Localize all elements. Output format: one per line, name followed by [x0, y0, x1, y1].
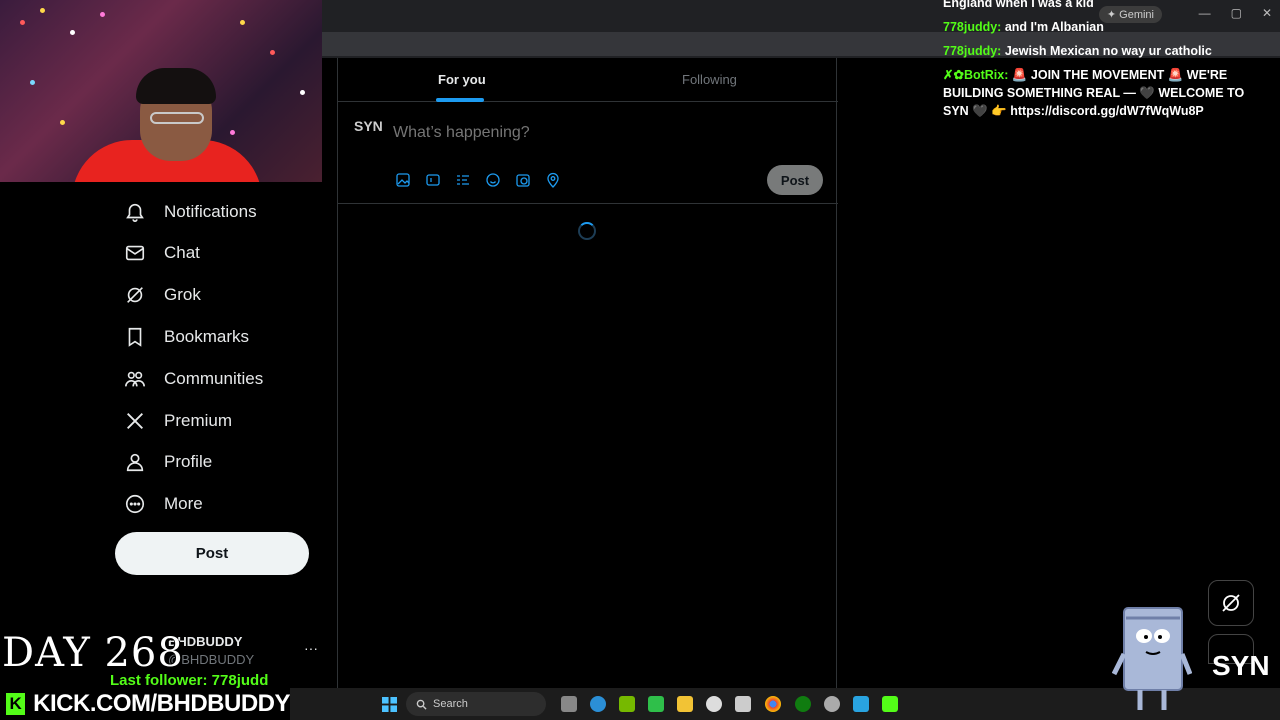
sidebar-item-chat[interactable]: Chat: [124, 233, 200, 273]
sidebar-item-more[interactable]: More: [124, 484, 203, 524]
sidebar-item-label: Chat: [164, 243, 200, 262]
chat-text: England when I was a kid: [943, 0, 1094, 10]
tab-following[interactable]: Following: [682, 72, 737, 87]
tab-for-you[interactable]: For you: [438, 72, 486, 87]
grok-floating-button[interactable]: [1208, 580, 1254, 626]
location-icon[interactable]: [545, 172, 561, 188]
chat-username: 778juddy:: [943, 20, 1002, 34]
edge-icon[interactable]: [590, 696, 606, 712]
account-more-icon[interactable]: ···: [304, 640, 318, 656]
kick-app-icon[interactable]: [882, 696, 898, 712]
nvidia-icon[interactable]: [619, 696, 635, 712]
xbox-icon[interactable]: [795, 696, 811, 712]
last-follower: Last follower: 778judd: [110, 672, 269, 689]
compose-post-button[interactable]: Post: [767, 165, 823, 195]
compose-input[interactable]: [393, 124, 753, 142]
streamer-hair: [136, 68, 216, 104]
sidebar-item-profile[interactable]: Profile: [124, 442, 212, 482]
sidebar-nav: Notifications Chat Grok Bookmarks Commun…: [0, 182, 337, 692]
stream-chat-overlay: England when I was a kid 778juddy: and I…: [943, 0, 1273, 126]
kick-banner: K KICK.COM/BHDBUDDY: [0, 688, 290, 720]
sidebar-item-label: Premium: [164, 411, 233, 430]
x-logo-icon: [127, 413, 143, 429]
schedule-icon[interactable]: [515, 172, 531, 188]
sidebar-item-premium[interactable]: Premium: [124, 401, 232, 441]
loading-spinner: [578, 222, 596, 240]
file-explorer-icon[interactable]: [677, 696, 693, 712]
kick-url: KICK.COM/BHDBUDDY: [33, 690, 290, 717]
taskbar-search-label: Search: [433, 698, 468, 710]
sidebar-item-label: Notifications: [164, 202, 257, 221]
main-timeline: For you Following SYN Post: [337, 58, 838, 688]
chat-username: ✗✿BotRix:: [943, 68, 1009, 82]
taskbar-search[interactable]: Search: [406, 692, 546, 716]
towelie-mascot: [1112, 607, 1192, 710]
post-button[interactable]: Post: [115, 532, 309, 575]
sidebar-item-grok[interactable]: Grok: [124, 275, 201, 315]
sidebar-item-label: Communities: [164, 369, 264, 388]
timeline-tabs: For you Following: [338, 58, 838, 102]
sidebar-item-label: Profile: [164, 452, 213, 471]
image-icon[interactable]: [395, 172, 411, 188]
sidebar-item-label: Grok: [164, 285, 201, 304]
emoji-icon[interactable]: [485, 172, 501, 188]
sidebar-item-label: More: [164, 494, 203, 513]
post-composer: SYN Post: [338, 102, 838, 204]
search-icon: [416, 699, 427, 710]
app-icon[interactable]: [824, 696, 840, 712]
avatar[interactable]: SYN: [354, 118, 384, 148]
chat-username: 778juddy:: [943, 44, 1002, 58]
bookmark-icon: [128, 327, 142, 347]
app-icon[interactable]: [648, 696, 664, 712]
app-icon[interactable]: [853, 696, 869, 712]
steam-icon[interactable]: [706, 696, 722, 712]
more-circle-icon: [125, 494, 145, 514]
poll-icon[interactable]: [455, 172, 471, 188]
person-icon: [126, 453, 144, 472]
webcam-overlay: [0, 0, 322, 182]
people-icon: [125, 371, 145, 387]
bell-icon: [126, 203, 144, 222]
chat-text: and I'm Albanian: [1004, 20, 1104, 34]
task-view-icon[interactable]: [561, 696, 577, 712]
sidebar-item-notifications[interactable]: Notifications: [124, 192, 257, 232]
chrome-icon[interactable]: [765, 696, 781, 712]
sidebar-item-bookmarks[interactable]: Bookmarks: [124, 317, 249, 357]
day-counter: DAY 268: [2, 630, 184, 676]
chat-message: 778juddy: and I'm Albanian: [943, 18, 1273, 36]
kick-logo-icon: K: [6, 693, 26, 715]
chat-message: ✗✿BotRix: 🚨 JOIN THE MOVEMENT 🚨 WE'RE BU…: [943, 66, 1273, 120]
grok-icon: [127, 287, 143, 303]
store-icon[interactable]: [735, 696, 751, 712]
chat-text: Jewish Mexican no way ur catholic: [1004, 44, 1212, 58]
windows-start-icon[interactable]: [382, 697, 397, 712]
chat-message: England when I was a kid: [943, 0, 1273, 12]
chat-message: 778juddy: Jewish Mexican no way ur catho…: [943, 42, 1273, 60]
syn-logo: SYN: [1212, 650, 1270, 681]
sidebar-item-label: Bookmarks: [164, 327, 250, 346]
sidebar-item-communities[interactable]: Communities: [124, 359, 263, 399]
gif-icon[interactable]: [425, 172, 441, 188]
glasses: [150, 112, 204, 124]
mail-icon: [125, 245, 145, 261]
grok-icon: [1222, 594, 1240, 612]
